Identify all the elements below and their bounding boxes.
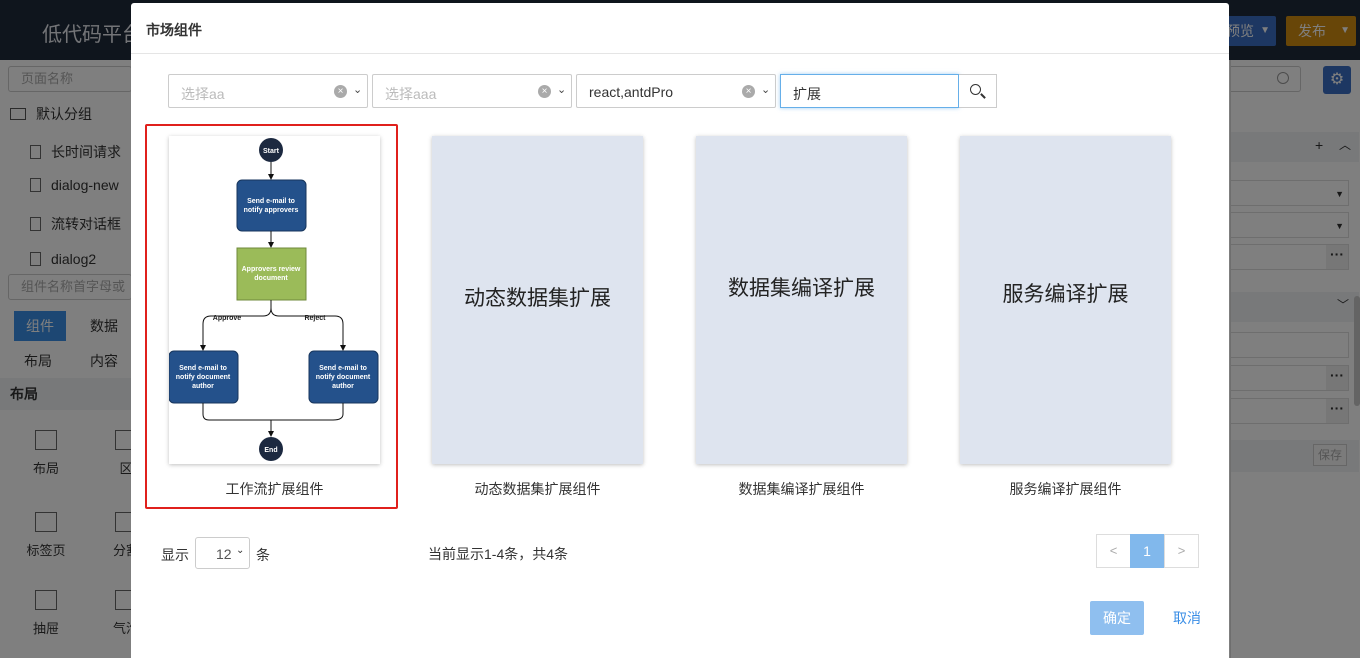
component-card-workflow[interactable]: Start Send e-mail to notify approvers Ap… (169, 136, 380, 499)
chevron-down-icon: ⌄ (236, 545, 245, 556)
node-label: notify document (316, 374, 371, 381)
filter-select-3[interactable]: react,antdPro × ⌄ (576, 74, 776, 108)
notify-approvers-node (236, 179, 307, 232)
card-name[interactable]: 数据集编译扩展组件 (696, 479, 907, 499)
reject-label: Reject (304, 315, 326, 322)
search-icon (970, 84, 981, 95)
search-button[interactable] (959, 74, 997, 108)
clear-icon[interactable]: × (334, 85, 347, 98)
market-components-modal: 市场组件 选择aa × ⌄ 选择aaa × ⌄ react,antdPro × … (131, 3, 1229, 658)
component-card-dataset-compile[interactable]: 数据集编译扩展 数据集编译扩展组件 (696, 136, 907, 499)
prev-page-button[interactable]: < (1096, 534, 1131, 568)
keyword-search-input[interactable]: 扩展 (780, 74, 959, 108)
filter-select-1[interactable]: 选择aa × ⌄ (168, 74, 368, 108)
end-label: End (264, 447, 277, 454)
next-page-button[interactable]: > (1164, 534, 1199, 568)
page-size-label: 显示 (161, 547, 189, 563)
keyword-search-value: 扩展 (793, 86, 821, 102)
modal-title: 市场组件 (146, 22, 202, 38)
thumbnail-title: 数据集编译扩展 (728, 277, 875, 300)
card-thumbnail[interactable]: 数据集编译扩展 (696, 136, 907, 464)
node-label: Approvers review (242, 266, 301, 273)
cancel-button[interactable]: 取消 (1167, 601, 1207, 635)
node-label: Send e-mail to (179, 365, 227, 372)
page-size-value: 12 (216, 546, 232, 562)
node-label: notify document (176, 374, 231, 381)
filter-select-3-value: react,antdPro (589, 84, 674, 100)
thumbnail-title: 服务编译扩展 (1002, 283, 1129, 306)
chevron-down-icon[interactable]: ⌄ (353, 83, 362, 96)
node-label: notify approvers (244, 207, 299, 214)
card-thumbnail[interactable]: 动态数据集扩展 (432, 136, 643, 464)
node-label: Send e-mail to (247, 198, 295, 205)
card-name[interactable]: 服务编译扩展组件 (960, 479, 1171, 499)
filter-select-1-placeholder: 选择aa (181, 86, 225, 102)
filter-select-2[interactable]: 选择aaa × ⌄ (372, 74, 572, 108)
card-name[interactable]: 工作流扩展组件 (169, 479, 380, 499)
node-label: author (192, 383, 214, 390)
filter-select-2-placeholder: 选择aaa (385, 86, 437, 102)
modal-header: 市场组件 (131, 3, 1229, 54)
approve-label: Approve (213, 315, 242, 322)
card-thumbnail[interactable]: 服务编译扩展 (960, 136, 1171, 464)
component-card-dynamic-dataset[interactable]: 动态数据集扩展 动态数据集扩展组件 (432, 136, 643, 499)
node-label: document (254, 275, 288, 282)
pagination-info: 当前显示1-4条，共4条 (428, 546, 569, 562)
component-card-service-compile[interactable]: 服务编译扩展 服务编译扩展组件 (960, 136, 1171, 499)
workflow-diagram: Start Send e-mail to notify approvers Ap… (169, 138, 379, 461)
page-size-unit: 条 (256, 547, 270, 563)
clear-icon[interactable]: × (742, 85, 755, 98)
confirm-button[interactable]: 确定 (1090, 601, 1144, 635)
clear-icon[interactable]: × (538, 85, 551, 98)
card-thumbnail[interactable]: Start Send e-mail to notify approvers Ap… (169, 136, 380, 464)
review-document-node (236, 247, 307, 301)
chevron-down-icon[interactable]: ⌄ (761, 83, 770, 96)
card-name[interactable]: 动态数据集扩展组件 (432, 479, 643, 499)
page-number-button[interactable]: 1 (1130, 534, 1164, 568)
page-size-select[interactable]: 12 ⌄ (195, 537, 250, 569)
chevron-down-icon[interactable]: ⌄ (557, 83, 566, 96)
thumbnail-title: 动态数据集扩展 (464, 287, 611, 310)
node-label: author (332, 383, 354, 390)
start-label: Start (263, 148, 280, 155)
node-label: Send e-mail to (319, 365, 367, 372)
